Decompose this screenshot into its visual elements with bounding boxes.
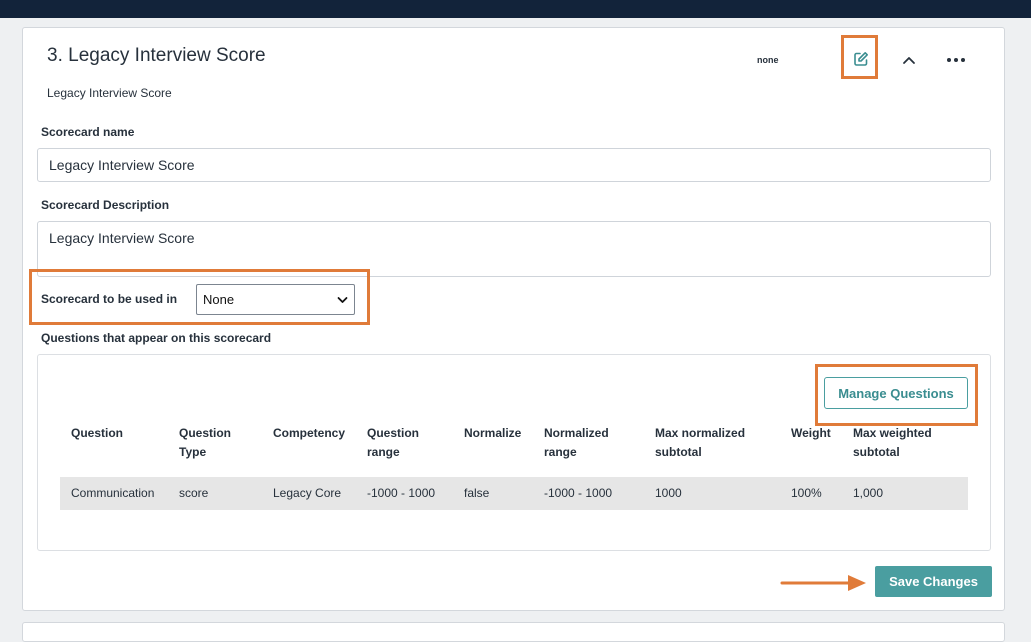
scorecard-description-value: Legacy Interview Score [49, 230, 195, 246]
column-header-question: Question [71, 426, 124, 440]
scorecard-name-label: Scorecard name [41, 125, 135, 139]
scorecard-description-textarea[interactable]: Legacy Interview Score [37, 221, 991, 277]
top-navigation-bar [0, 0, 1031, 18]
column-header-normalized-range: Normalized range [544, 426, 609, 459]
column-header-max-weighted-subtotal: Max weighted subtotal [853, 426, 932, 459]
scorecard-name-value: Legacy Interview Score [49, 157, 195, 173]
table-cell-max-normalized-subtotal: 1000 [655, 486, 682, 500]
next-scorecard-panel [22, 622, 1005, 642]
column-header-weight: Weight [791, 426, 831, 440]
table-cell-question-range: -1000 - 1000 [367, 486, 436, 500]
column-header-question-type: Question Type [179, 426, 232, 459]
manage-questions-button[interactable]: Manage Questions [824, 377, 968, 409]
table-cell-normalize: false [464, 486, 490, 500]
used-in-label: Scorecard to be used in [41, 292, 178, 306]
scorecard-panel: 3. Legacy Interview Score Legacy Intervi… [22, 27, 1005, 611]
scorecard-title: 3. Legacy Interview Score [47, 45, 266, 66]
collapse-button[interactable] [896, 47, 922, 73]
column-header-max-normalized-subtotal: Max normalized subtotal [655, 426, 746, 459]
status-label: none [757, 55, 779, 65]
edit-icon [854, 52, 868, 66]
arrow-right-icon [780, 575, 866, 591]
column-header-competency: Competency [273, 426, 346, 440]
table-cell-question: Communication [71, 486, 155, 500]
scorecard-subtitle: Legacy Interview Score [47, 86, 172, 100]
table-cell-competency: Legacy Core [273, 486, 342, 500]
more-horizontal-icon [947, 58, 965, 62]
chevron-up-icon [903, 57, 915, 64]
used-in-selected-value: None [203, 292, 235, 307]
save-changes-button[interactable]: Save Changes [875, 566, 992, 597]
questions-section-label: Questions that appear on this scorecard [41, 331, 272, 345]
scorecard-name-input[interactable]: Legacy Interview Score [37, 148, 991, 182]
table-cell-normalized-range: -1000 - 1000 [544, 486, 613, 500]
table-cell-question-type: score [179, 486, 209, 500]
table-cell-max-weighted-subtotal: 1,000 [853, 486, 884, 500]
chevron-down-icon [337, 296, 348, 303]
column-header-question-range: Question range [367, 426, 420, 459]
column-header-normalize: Normalize [464, 426, 522, 440]
edit-button[interactable] [848, 46, 874, 72]
used-in-select[interactable]: None [196, 284, 355, 315]
more-options-button[interactable] [943, 47, 969, 73]
scorecard-description-label: Scorecard Description [41, 198, 170, 212]
table-cell-weight: 100% [791, 486, 822, 500]
